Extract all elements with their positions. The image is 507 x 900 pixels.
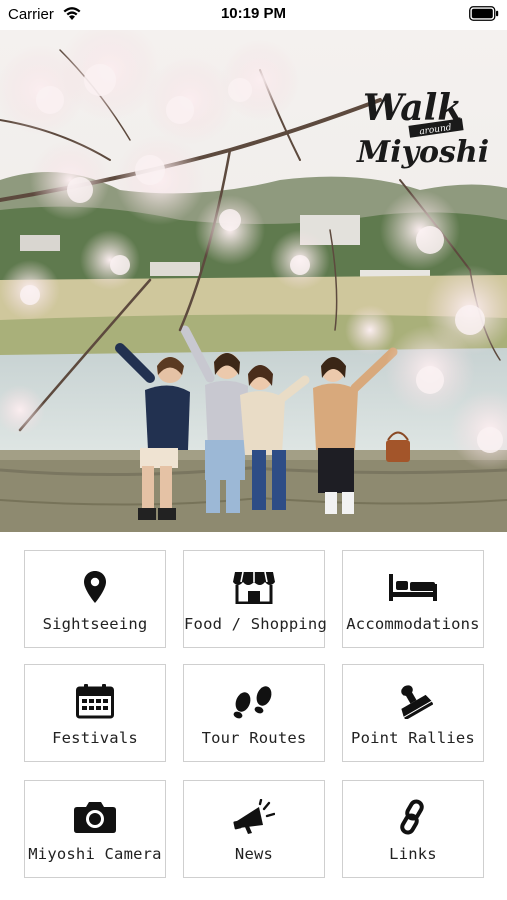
point-rallies-label: Point Rallies <box>351 729 475 747</box>
status-bar: Carrier 10:19 PM <box>0 0 507 30</box>
camera-icon <box>74 802 116 833</box>
food-shopping-label: Food / Shopping <box>184 615 327 633</box>
app-screen: Carrier 10:19 PM Walk around Miyoshi Sig… <box>0 0 507 900</box>
food-shopping-button[interactable]: Food / Shopping <box>183 550 327 648</box>
links-button[interactable]: Links <box>342 780 484 878</box>
location-pin-icon <box>84 571 106 603</box>
tour-routes-button[interactable]: Tour Routes <box>183 664 325 762</box>
svg-text:Miyoshi: Miyoshi <box>356 135 489 170</box>
storefront-icon <box>233 571 275 604</box>
megaphone-icon <box>233 799 275 834</box>
accommodations-label: Accommodations <box>346 615 480 633</box>
walk-around-miyoshi-logo: Walk around Miyoshi <box>356 87 489 170</box>
festivals-button[interactable]: Festivals <box>24 664 166 762</box>
hero-photo: Walk around Miyoshi <box>0 30 507 532</box>
festivals-label: Festivals <box>52 729 138 747</box>
battery-icon <box>469 6 499 21</box>
stamp-icon <box>401 685 433 719</box>
status-time: 10:19 PM <box>220 5 287 22</box>
news-label: News <box>234 845 274 863</box>
links-label: Links <box>389 845 437 863</box>
point-rallies-button[interactable]: Point Rallies <box>342 664 484 762</box>
bed-icon <box>389 574 437 601</box>
footprints-icon <box>233 686 272 719</box>
miyoshi-camera-label: Miyoshi Camera <box>28 845 162 863</box>
news-button[interactable]: News <box>183 780 325 878</box>
sightseeing-button[interactable]: Sightseeing <box>24 550 166 648</box>
link-icon <box>400 799 424 835</box>
miyoshi-camera-button[interactable]: Miyoshi Camera <box>24 780 166 878</box>
tour-routes-label: Tour Routes <box>201 729 307 747</box>
accommodations-button[interactable]: Accommodations <box>342 550 484 648</box>
sightseeing-label: Sightseeing <box>42 615 148 633</box>
calendar-icon <box>76 684 114 719</box>
